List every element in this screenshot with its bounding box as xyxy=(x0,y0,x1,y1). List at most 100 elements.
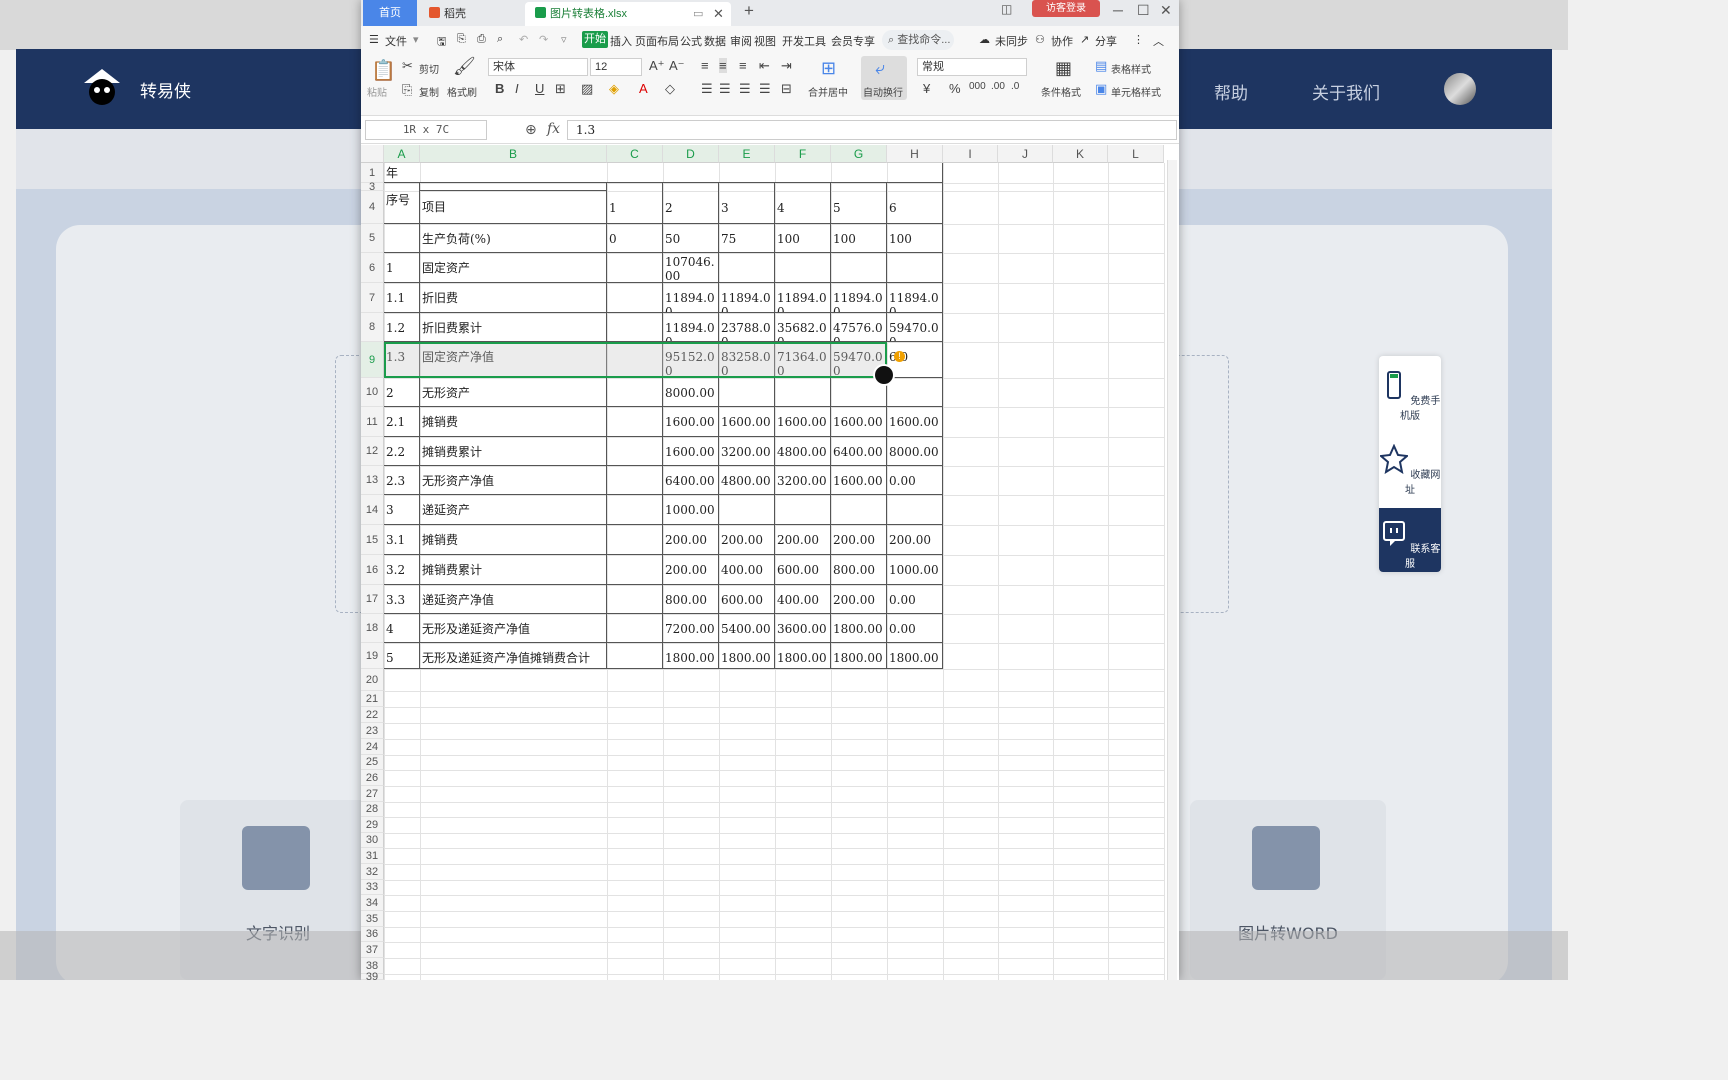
cell[interactable]: 3 xyxy=(384,495,420,525)
font-color-icon[interactable]: A xyxy=(639,81,648,96)
guest-login-button[interactable]: 访客登录 xyxy=(1032,0,1100,17)
row-header[interactable]: 39 xyxy=(361,971,384,980)
row-header[interactable]: 36 xyxy=(361,927,384,942)
redo-icon[interactable]: ↷ xyxy=(539,33,548,46)
cell[interactable]: 0.00 xyxy=(887,585,943,614)
merge-center-button[interactable]: 合并居中 xyxy=(808,84,848,99)
cell[interactable] xyxy=(719,378,775,407)
cell[interactable]: 6 xyxy=(887,183,943,224)
cell[interactable]: 5400.00 xyxy=(719,614,775,643)
cell[interactable] xyxy=(607,643,663,669)
brand-name[interactable]: 转易侠 xyxy=(140,77,191,102)
cell[interactable]: 1600.00 xyxy=(663,437,719,466)
clear-icon[interactable]: ◇ xyxy=(665,81,675,97)
tab-pin-icon[interactable]: ▭ xyxy=(693,2,703,26)
cell[interactable]: 5 xyxy=(831,183,887,224)
menu-file[interactable]: 文件 xyxy=(385,33,407,49)
cell[interactable]: 100 xyxy=(775,224,831,253)
cell[interactable] xyxy=(607,313,663,342)
share-icon[interactable]: ↗ xyxy=(1080,33,1089,46)
cell[interactable]: 1800.00 xyxy=(831,643,887,669)
new-tab-icon[interactable]: + xyxy=(744,1,754,21)
cell[interactable] xyxy=(607,283,663,313)
row-header[interactable]: 5 xyxy=(361,224,384,253)
cell[interactable]: 3.2 xyxy=(384,555,420,585)
row-header[interactable]: 27 xyxy=(361,786,384,802)
cell[interactable]: 800.00 xyxy=(831,555,887,585)
indent-increase-icon[interactable]: ⇥ xyxy=(781,58,792,74)
column-header[interactable]: G xyxy=(831,145,887,163)
cell[interactable]: 3 xyxy=(719,183,775,224)
row-header[interactable]: 31 xyxy=(361,848,384,864)
cell[interactable]: 序号 xyxy=(384,183,420,224)
cell[interactable]: 107046.00 xyxy=(663,253,719,283)
cell[interactable]: 200.00 xyxy=(663,525,719,555)
cell[interactable] xyxy=(607,407,663,437)
row-header[interactable]: 6 xyxy=(361,253,384,283)
cond-format-button[interactable]: 条件格式 xyxy=(1041,84,1081,99)
menu-formula[interactable]: 公式 xyxy=(680,33,702,49)
table-style-icon[interactable]: ▤ xyxy=(1095,58,1107,74)
decrease-font-icon[interactable]: A⁻ xyxy=(669,58,685,74)
indent-decrease-icon[interactable]: ⇤ xyxy=(759,58,770,74)
vertical-scrollbar[interactable] xyxy=(1167,160,1177,980)
cell[interactable]: 1600.00 xyxy=(663,407,719,437)
nav-about-link[interactable]: 关于我们 xyxy=(1312,79,1380,104)
cell[interactable]: 2 xyxy=(663,183,719,224)
cell[interactable]: 1800.00 xyxy=(719,643,775,669)
menu-collab[interactable]: 协作 xyxy=(1051,33,1073,49)
cut-button[interactable]: 剪切 xyxy=(419,61,439,76)
copy-icon[interactable]: ⎘ xyxy=(402,82,412,98)
currency-icon[interactable]: ¥ xyxy=(923,81,930,96)
cell[interactable]: 200.00 xyxy=(775,525,831,555)
cell[interactable]: 11894.00 xyxy=(831,283,887,313)
format-painter-icon[interactable]: 🖌 xyxy=(453,56,476,77)
row-header[interactable]: 17 xyxy=(361,585,384,614)
row-header[interactable]: 37 xyxy=(361,942,384,958)
cell[interactable]: 项目 xyxy=(420,191,607,224)
undo-icon[interactable]: ↶ xyxy=(519,33,528,46)
font-size-select[interactable]: 12 xyxy=(590,58,642,76)
align-center-icon[interactable]: ☰ xyxy=(719,81,731,97)
cell[interactable]: 23788.00 xyxy=(719,313,775,342)
cell-style-button[interactable]: 单元格样式 xyxy=(1111,84,1161,99)
row-header[interactable]: 24 xyxy=(361,739,384,755)
menu-start[interactable]: 开始 xyxy=(582,31,608,48)
row-header[interactable]: 11 xyxy=(361,407,384,437)
cell[interactable]: 0.00 xyxy=(887,466,943,495)
cell[interactable]: 2.2 xyxy=(384,437,420,466)
sheet-grid[interactable]: A B C D E F G H I J K L 1 3 4 5 6 7 8 9 10 11 12 13 14 15 16 17 18 19… xyxy=(361,145,1179,980)
cell[interactable]: 11894.00 xyxy=(775,283,831,313)
row-header[interactable]: 7 xyxy=(361,283,384,313)
cell[interactable]: 递延资产净值 xyxy=(420,585,607,614)
print-icon[interactable]: ⎙ xyxy=(477,33,486,46)
float-bookmark[interactable]: 收藏网址 xyxy=(1378,443,1441,496)
row-header[interactable]: 21 xyxy=(361,691,384,707)
cell[interactable]: 1600.00 xyxy=(831,407,887,437)
cell[interactable]: 无形及递延资产净值 xyxy=(420,614,607,643)
menu-icon[interactable]: ☰ xyxy=(369,33,379,46)
row-header[interactable]: 14 xyxy=(361,495,384,525)
cell[interactable]: 11894.00 xyxy=(663,283,719,313)
maximize-icon[interactable]: ☐ xyxy=(1137,2,1150,19)
copy-button[interactable]: 复制 xyxy=(419,84,439,99)
cell[interactable]: 3600.00 xyxy=(775,614,831,643)
menu-page-layout[interactable]: 页面布局 xyxy=(635,33,679,49)
align-right-icon[interactable]: ☰ xyxy=(739,81,751,97)
percent-icon[interactable]: % xyxy=(949,81,961,96)
table-style-button[interactable]: 表格样式 xyxy=(1111,61,1151,76)
tab-daoke[interactable]: 稻壳 xyxy=(419,2,523,26)
cell[interactable] xyxy=(607,525,663,555)
cell[interactable] xyxy=(887,378,943,407)
cell[interactable] xyxy=(607,437,663,466)
row-header[interactable]: 34 xyxy=(361,895,384,911)
fill-color-icon[interactable]: ◈ xyxy=(609,81,619,97)
cell[interactable]: 摊销费 xyxy=(420,407,607,437)
cell[interactable]: 1600.00 xyxy=(775,407,831,437)
cell[interactable] xyxy=(384,224,420,253)
row-header[interactable]: 12 xyxy=(361,437,384,466)
layout-icon[interactable]: ◫ xyxy=(1001,2,1012,16)
cell[interactable]: 摊销费 xyxy=(420,525,607,555)
zoom-icon[interactable]: ⊕ xyxy=(525,121,537,138)
cell[interactable]: 1 xyxy=(384,253,420,283)
